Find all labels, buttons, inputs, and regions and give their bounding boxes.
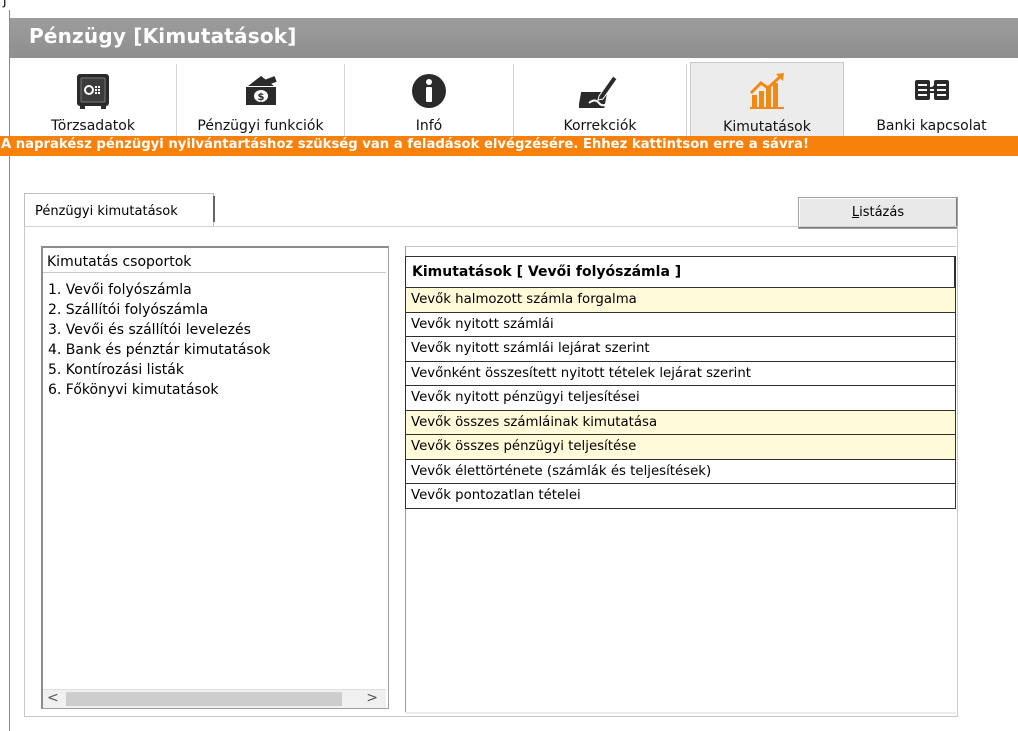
toolbar-label: Pénzügyi funkciók [197,118,324,134]
report-row[interactable]: Vevők élettörténete (számlák és teljesít… [405,458,956,484]
window-title: Pénzügy [Kimutatások] [29,24,297,48]
report-row[interactable]: Vevők összes pénzügyi teljesítése [405,434,956,460]
groups-list[interactable]: Kimutatás csoportok 1. Vevői folyószámla… [41,246,389,709]
toolbar-label: Törzsadatok [51,118,135,134]
edit-icon [579,75,618,108]
reports-bottom-border [405,712,956,714]
svg-text:$: $ [257,92,264,103]
scroll-right-icon[interactable]: > [366,690,378,706]
group-item-1[interactable]: 1. Vevői folyószámla [48,280,270,300]
toolbar-label: Kimutatások [723,119,811,135]
info-icon [412,74,446,108]
groups-items: 1. Vevői folyószámla 2. Szállítói folyós… [48,280,270,400]
report-row[interactable]: Vevők nyitott számlái lejárat szerint [405,336,956,362]
reports-table: Kimutatások [ Vevői folyószámla ] Vevők … [405,256,956,509]
bank-transfer-icon [914,80,949,100]
report-row-label[interactable]: Vevők összes számláinak kimutatása [405,409,956,435]
reports-header: Kimutatások [ Vevői folyószámla ] [405,256,956,288]
toolbar-label: Korrekciók [563,118,637,134]
report-row-label[interactable]: Vevők nyitott számlái lejárat szerint [405,336,956,362]
report-row-label[interactable]: Vevők halmozott számla forgalma [405,287,956,313]
horizontal-scrollbar[interactable]: < > [43,689,386,708]
scroll-left-icon[interactable]: < [47,690,59,706]
report-row[interactable]: Vevők pontozatlan tételei [405,483,956,509]
report-row[interactable]: Vevők halmozott számla forgalma [405,287,956,313]
list-button[interactable]: Listázás [798,197,958,229]
group-item-3[interactable]: 3. Vevői és szállítói levelezés [48,320,270,340]
notification-banner[interactable]: A naprakész pénzügyi nyilvántartáshoz sz… [0,136,1018,156]
report-row-label[interactable]: Vevők pontozatlan tételei [405,483,956,509]
report-row-label[interactable]: Vevők nyitott pénzügyi teljesítései [405,385,956,411]
list-button-label-rest: istázás [859,205,905,220]
report-row[interactable]: Vevőnként összesített nyitott tételek le… [405,360,956,386]
toolbar-label: Banki kapcsolat [876,118,987,134]
list-button-label: Listázás [799,205,957,220]
group-item-2[interactable]: 2. Szállítói folyószámla [48,300,270,320]
report-row[interactable]: Vevők nyitott pénzügyi teljesítései [405,385,956,411]
money-icon: $ [245,76,277,105]
chart-icon [749,73,784,109]
top-strip: J [0,0,1018,10]
reports-header-row: Kimutatások [ Vevői folyószámla ] [405,256,956,288]
title-bar: Pénzügy [Kimutatások] [10,18,1018,58]
group-item-6[interactable]: 6. Főkönyvi kimutatások [48,380,270,400]
groups-header: Kimutatás csoportok [43,248,386,273]
report-row-label[interactable]: Vevők élettörténete (számlák és teljesít… [405,458,956,484]
reports-top-border [405,246,956,247]
tab-label: Pénzügyi kimutatások [35,204,178,219]
report-row[interactable]: Vevők összes számláinak kimutatása [405,409,956,435]
banner-text: A naprakész pénzügyi nyilvántartáshoz sz… [1,137,809,152]
report-row[interactable]: Vevők nyitott számlái [405,311,956,337]
scrollbar-thumb[interactable] [66,692,342,706]
tab-penzugyi-kimutatasok[interactable]: Pénzügyi kimutatások [24,193,215,226]
toolbar-label: Infó [415,118,443,134]
group-item-4[interactable]: 4. Bank és pénztár kimutatások [48,340,270,360]
report-row-label[interactable]: Vevők nyitott számlái [405,311,956,337]
safe-icon [77,74,109,109]
group-item-5[interactable]: 5. Kontírozási listák [48,360,270,380]
tab-divider [213,196,215,222]
reports-panel: Kimutatások [ Vevői folyószámla ] Vevők … [405,246,956,714]
report-row-label[interactable]: Vevők összes pénzügyi teljesítése [405,434,956,460]
top-edge-glyph: J [3,0,7,8]
report-row-label[interactable]: Vevőnként összesített nyitott tételek le… [405,360,956,386]
groups-header-label: Kimutatás csoportok [47,254,192,270]
